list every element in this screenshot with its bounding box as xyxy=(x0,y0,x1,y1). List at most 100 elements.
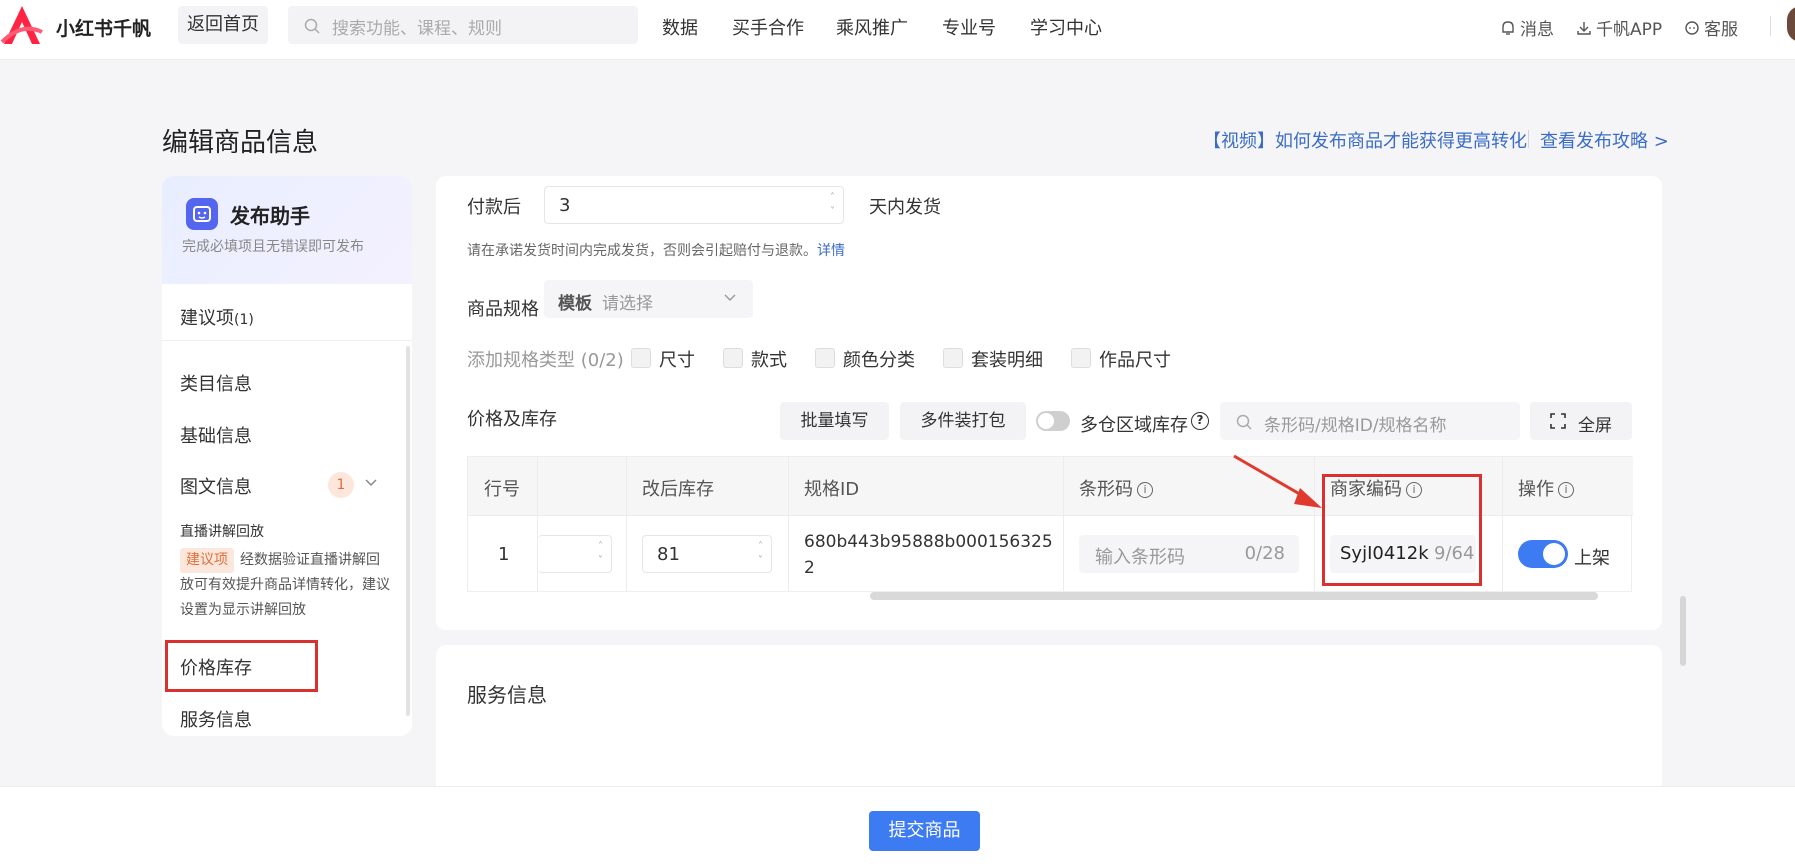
after-payment-label: 付款后 xyxy=(467,197,521,218)
sidebar-item-image-text[interactable]: 图文信息 xyxy=(180,473,252,499)
stock-after-input[interactable]: 81 ˄ ˅ xyxy=(642,535,772,573)
spec-template-select[interactable]: 模板 请选择 xyxy=(544,280,753,318)
assistant-title: 发布助手 xyxy=(230,204,310,228)
shipping-hint-text: 请在承诺发货时间内完成发货，否则会引起赔付与退款。 xyxy=(467,243,817,259)
chat-icon xyxy=(1685,20,1699,35)
days-suffix-label: 天内发货 xyxy=(869,197,941,218)
action-header-text: 操作 xyxy=(1518,479,1554,500)
help-icon[interactable]: ? xyxy=(1191,412,1209,430)
listing-status-toggle[interactable] xyxy=(1518,540,1568,568)
app-name: 小红书千帆 xyxy=(56,18,152,40)
messages-label: 消息 xyxy=(1520,20,1554,40)
publish-guide-link[interactable]: 查看发布攻略 > xyxy=(1540,127,1669,153)
multi-warehouse-label: 多仓区域库存 xyxy=(1080,415,1188,436)
header-stock-after: 改后库存 xyxy=(642,479,714,500)
page-title: 编辑商品信息 xyxy=(162,128,319,158)
batch-fill-button[interactable]: 批量填写 xyxy=(780,402,889,440)
stock-after-value: 81 xyxy=(657,544,680,565)
service-info-title: 服务信息 xyxy=(467,683,547,707)
divider xyxy=(162,340,412,341)
app-download-link[interactable]: 千帆APP xyxy=(1576,15,1662,40)
divider xyxy=(626,457,627,591)
listing-status-label: 上架 xyxy=(1574,548,1610,569)
arrow-annotation-icon xyxy=(1233,454,1322,508)
header-action: 操作 i xyxy=(1518,475,1574,501)
multi-warehouse-toggle[interactable] xyxy=(1036,411,1070,431)
prev-column-input[interactable]: ˄ ˅ xyxy=(538,535,612,573)
sidebar-item-service[interactable]: 服务信息 xyxy=(180,706,252,732)
spec-checkbox-style[interactable] xyxy=(723,348,743,368)
messages-link[interactable]: 消息 xyxy=(1500,15,1554,40)
divider xyxy=(1528,130,1529,148)
nav-learning-center[interactable]: 学习中心 xyxy=(1030,14,1102,40)
fullscreen-button[interactable]: 全屏 xyxy=(1530,402,1632,440)
live-replay-heading: 直播讲解回放 xyxy=(180,524,264,540)
nav-promotion[interactable]: 乘风推广 xyxy=(836,14,908,40)
row-number: 1 xyxy=(498,544,510,565)
search-icon xyxy=(304,18,320,34)
stepper-arrows-icon[interactable]: ˄ ˅ xyxy=(758,540,763,568)
spec-id-line2: 2 xyxy=(804,558,815,578)
service-info-card xyxy=(436,645,1662,805)
spec-id-line1: 680b443b95888b000156325 xyxy=(804,532,1053,552)
spec-type-label: 套装明细 xyxy=(971,350,1043,371)
search-placeholder: 搜索功能、课程、规则 xyxy=(332,19,502,39)
spec-checkbox-set[interactable] xyxy=(943,348,963,368)
global-search-input[interactable]: 搜索功能、课程、规则 xyxy=(288,6,638,44)
info-icon[interactable]: i xyxy=(1137,482,1153,498)
header-row-number: 行号 xyxy=(484,479,520,500)
user-avatar[interactable] xyxy=(1787,6,1795,42)
nav-professional[interactable]: 专业号 xyxy=(942,14,996,40)
shipping-days-value: 3 xyxy=(559,195,571,216)
divider xyxy=(1502,457,1503,591)
live-replay-description: 建议项 经数据验证直播讲解回放可有效提升商品详情转化，建议设置为显示讲解回放 xyxy=(180,548,390,623)
assistant-subtitle: 完成必填项且无错误即可发布 xyxy=(182,239,364,255)
submit-product-button[interactable]: 提交商品 xyxy=(869,811,980,851)
info-icon[interactable]: i xyxy=(1558,482,1574,498)
divider xyxy=(1770,16,1771,36)
shipping-days-input[interactable]: 3 ˄ ˅ xyxy=(544,186,844,224)
service-label: 客服 xyxy=(1704,20,1738,40)
customer-service-link[interactable]: 客服 xyxy=(1684,15,1738,40)
stepper-arrows-icon[interactable]: ˄ ˅ xyxy=(830,191,835,219)
spec-checkbox-size[interactable] xyxy=(631,348,651,368)
sidebar-scrollbar[interactable] xyxy=(406,346,410,716)
video-guide-link[interactable]: 【视频】如何发布商品才能获得更高转化 xyxy=(1203,127,1527,153)
header-barcode: 条形码 i xyxy=(1079,475,1153,501)
spec-type-label: 作品尺寸 xyxy=(1099,350,1171,371)
back-home-button[interactable]: 返回首页 xyxy=(178,6,268,44)
barcode-input[interactable]: 输入条形码 0/28 xyxy=(1079,535,1299,573)
sidebar-item-basic-info[interactable]: 基础信息 xyxy=(180,422,252,448)
barcode-header-text: 条形码 xyxy=(1079,479,1133,500)
top-navbar: 小红书千帆 返回首页 搜索功能、课程、规则 数据 买手合作 乘风推广 专业号 学… xyxy=(0,0,1795,60)
sidebar-item-suggestions[interactable]: 建议项(1) xyxy=(180,304,254,330)
multi-pack-button[interactable]: 多件装打包 xyxy=(900,402,1026,440)
page-scrollbar[interactable] xyxy=(1680,596,1686,666)
assistant-header: 发布助手 完成必填项且无错误即可发布 xyxy=(162,176,412,284)
price-stock-highlight xyxy=(165,640,318,692)
spec-label: 商品规格 xyxy=(467,299,539,320)
details-link[interactable]: 详情 xyxy=(817,243,845,259)
table-horizontal-scrollbar[interactable] xyxy=(870,592,1598,600)
spec-checkbox-color[interactable] xyxy=(815,348,835,368)
chevron-down-icon xyxy=(724,294,736,301)
table-search-placeholder: 条形码/规格ID/规格名称 xyxy=(1264,416,1447,436)
spec-id-value: 680b443b95888b000156325 2 xyxy=(804,529,1053,581)
shipping-hint: 请在承诺发货时间内完成发货，否则会引起赔付与退款。详情 xyxy=(467,240,845,260)
nav-data[interactable]: 数据 xyxy=(662,14,698,40)
nav-buyer-cooperation[interactable]: 买手合作 xyxy=(732,14,804,40)
spec-type-label: 款式 xyxy=(751,350,787,371)
price-stock-label: 价格及库存 xyxy=(467,409,557,430)
bell-icon xyxy=(1502,20,1514,35)
fullscreen-label: 全屏 xyxy=(1578,416,1612,436)
spec-select-placeholder: 请选择 xyxy=(602,294,653,314)
stepper-arrows-icon[interactable]: ˄ ˅ xyxy=(598,540,603,568)
qianfan-logo-icon[interactable] xyxy=(0,2,44,46)
download-icon xyxy=(1577,21,1591,35)
sidebar-item-category[interactable]: 类目信息 xyxy=(180,370,252,396)
spec-checkbox-artwork-size[interactable] xyxy=(1071,348,1091,368)
table-search-input[interactable]: 条形码/规格ID/规格名称 xyxy=(1220,402,1520,440)
merchant-code-highlight xyxy=(1322,474,1482,586)
chevron-down-icon[interactable] xyxy=(364,478,378,488)
barcode-placeholder: 输入条形码 xyxy=(1095,547,1185,568)
